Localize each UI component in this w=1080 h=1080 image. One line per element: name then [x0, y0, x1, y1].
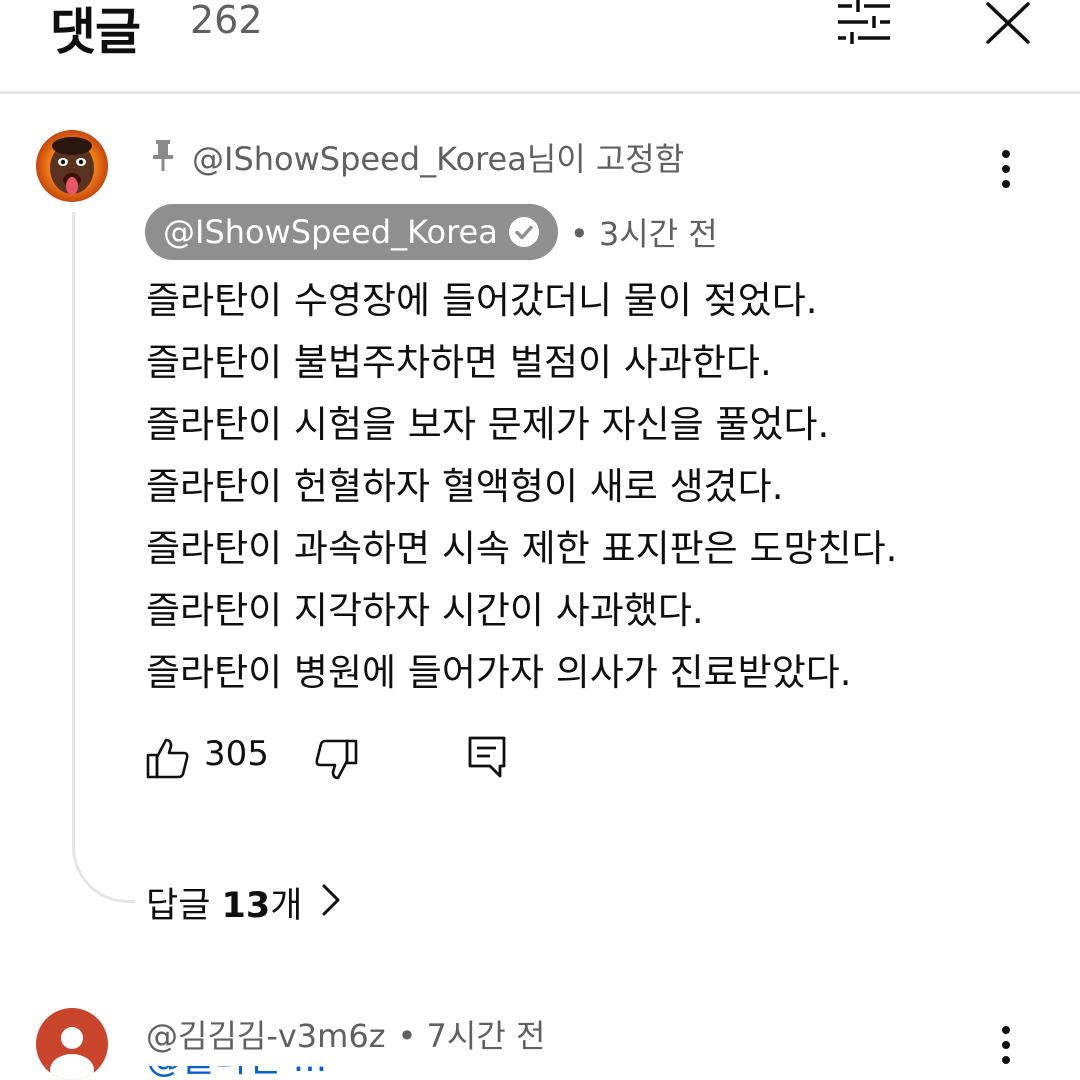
thumb-up-icon[interactable]	[146, 736, 190, 780]
more-vert-icon[interactable]	[998, 148, 1018, 192]
comment-line: 즐라탄이 지각하자 시간이 사과했다.	[146, 589, 704, 632]
comments-panel: 댓글 262 @IShowSpeed_Korea님이 고정함 @IShowSpe…	[0, 0, 1080, 1080]
comment-line: 즐라탄이 병원에 들어가자 의사가 진료받았다.	[146, 651, 852, 694]
pin-icon	[150, 138, 176, 176]
replies-prefix: 답글	[146, 885, 222, 926]
more-vert-icon[interactable]	[998, 1024, 1018, 1068]
comment-header: @IShowSpeed_Korea • 3시간 전	[145, 204, 718, 260]
author-chip[interactable]: @IShowSpeed_Korea	[145, 204, 558, 260]
reply-icon[interactable]	[466, 734, 508, 780]
comment-time: • 7시간 전	[397, 1017, 546, 1055]
comment-line: 즐라탄이 과속하면 시속 제한 표지판은 도망친다.	[146, 527, 898, 570]
replies-count: 13	[221, 885, 271, 926]
comments-header: 댓글 262	[0, 0, 1080, 94]
comment-line: 즐라탄이 시험을 보자 문제가 자신을 풀었다.	[146, 403, 830, 446]
pinned-label: @IShowSpeed_Korea님이 고정함	[192, 140, 685, 178]
pinned-indicator: @IShowSpeed_Korea님이 고정함	[150, 132, 684, 182]
comment-time: • 3시간 전	[569, 215, 718, 253]
comment-line: 즐라탄이 헌혈하자 혈액형이 새로 생겼다.	[146, 465, 784, 508]
view-replies-button[interactable]: 답글 13개	[146, 874, 342, 930]
comment-text: 즐라탄이 수영장에 들어갔더니 물이 젖었다. 즐라탄이 불법주차하면 벌점이 …	[146, 270, 1046, 704]
comment-header: @김김김-v3m6z • 7시간 전	[146, 1010, 545, 1058]
replies-count-label: 답글 13개	[146, 877, 302, 928]
avatar[interactable]	[36, 1008, 108, 1080]
comment-text: @즐라탄 ...	[146, 1066, 946, 1080]
avatar[interactable]	[36, 130, 108, 202]
verified-icon	[508, 216, 540, 248]
comment-line: 즐라탄이 수영장에 들어갔더니 물이 젖었다.	[146, 279, 818, 322]
author-name: @IShowSpeed_Korea	[163, 213, 498, 251]
comments-title: 댓글	[50, 3, 141, 61]
filter-icon[interactable]	[834, 0, 894, 46]
comments-count: 262	[190, 0, 263, 42]
close-icon[interactable]	[982, 0, 1034, 46]
comment-line: 즐라탄이 불법주차하면 벌점이 사과한다.	[146, 341, 772, 384]
comment-line: @즐라탄 ...	[146, 1066, 946, 1080]
chevron-right-icon	[320, 882, 342, 922]
replies-suffix: 개	[270, 885, 303, 926]
author-name[interactable]: @김김김-v3m6z	[146, 1011, 386, 1057]
thumb-down-icon[interactable]	[314, 738, 358, 782]
reply-thread-line	[72, 212, 135, 903]
like-count: 305	[204, 734, 269, 774]
